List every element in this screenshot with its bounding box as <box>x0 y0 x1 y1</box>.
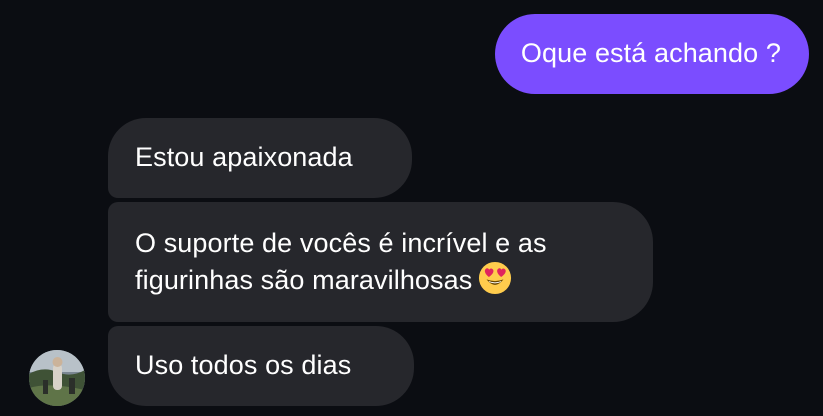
avatar-photo-icon <box>29 350 85 406</box>
incoming-message-bubble[interactable]: Estou apaixonada <box>108 118 412 198</box>
outgoing-message-bubble[interactable]: Oque está achando ? <box>494 14 809 94</box>
incoming-message-bubble[interactable]: Uso todos os dias <box>108 326 414 406</box>
chat-thread: Oque está achando ? Estou apaixonada O s… <box>0 0 823 416</box>
incoming-message-text: Uso todos os dias <box>135 350 352 380</box>
incoming-message-text-line-2: figurinhas são maravilhosas <box>135 261 625 304</box>
contact-avatar[interactable] <box>29 350 85 406</box>
incoming-message-text: Estou apaixonada <box>135 142 353 172</box>
outgoing-message-text: Oque está achando ? <box>520 38 781 68</box>
incoming-message-text-line-1: O suporte de vocês é incrível e as <box>135 228 547 258</box>
heart-eyes-emoji-icon <box>478 261 512 304</box>
incoming-message-bubble[interactable]: O suporte de vocês é incrível e as figur… <box>108 202 653 322</box>
